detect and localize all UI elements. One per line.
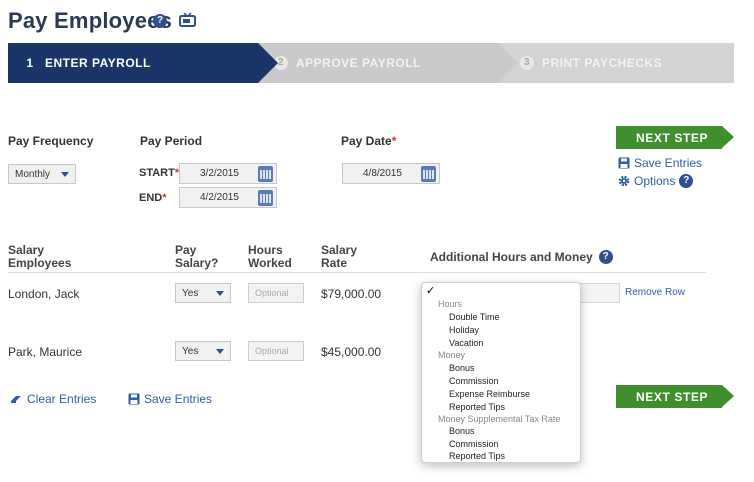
pay-date-value: 4/8/2015 — [363, 168, 402, 179]
save-entries-link-bottom[interactable]: Save Entries — [128, 392, 212, 406]
step-label: PRINT PAYCHECKS — [542, 56, 663, 70]
start-label: START* — [139, 167, 180, 179]
dropdown-option[interactable]: Commission — [449, 376, 499, 386]
pay-date-label: Pay Date* — [341, 134, 397, 148]
gear-icon — [618, 175, 630, 187]
step-approve-payroll: 2 APPROVE PAYROLL — [258, 43, 518, 83]
next-step-button[interactable]: NEXT STEP — [616, 126, 734, 149]
step-enter-payroll: 1 ENTER PAYROLL — [8, 43, 278, 83]
calendar-icon[interactable] — [258, 190, 273, 206]
help-icon[interactable]: ? — [598, 250, 613, 264]
dropdown-group-label: Money Supplemental Tax Rate — [438, 414, 561, 424]
col-salary-rate: Salary Rate — [321, 243, 358, 270]
hours-worked-input[interactable]: Optional — [248, 283, 304, 303]
next-step-button-bottom[interactable]: NEXT STEP — [616, 385, 734, 408]
remove-row-link[interactable]: Remove Row — [625, 287, 685, 298]
step-print-paychecks: 3 PRINT PAYCHECKS — [498, 43, 734, 83]
end-date-value: 4/2/2015 — [200, 192, 239, 203]
col-additional-hours: Additional Hours and Money ? — [430, 250, 613, 264]
end-date-input[interactable]: 4/2/2015 — [179, 187, 277, 208]
dropdown-option[interactable]: Double Time — [449, 312, 500, 322]
dropdown-group-label: Money — [438, 350, 466, 360]
pay-salary-select[interactable]: Yes — [175, 341, 231, 361]
check-icon: ✓ — [426, 285, 436, 297]
chevron-down-icon — [216, 349, 224, 354]
start-date-value: 3/2/2015 — [200, 168, 239, 179]
col-salary-employees: Salary Employees — [8, 243, 72, 270]
dropdown-option[interactable]: Bonus — [449, 426, 475, 436]
step-progress-bar: 3 PRINT PAYCHECKS 2 APPROVE PAYROLL 1 EN… — [8, 43, 734, 83]
help-icon[interactable]: ? — [153, 14, 167, 28]
salary-rate: $79,000.00 — [321, 287, 382, 301]
dropdown-option[interactable]: Expense Reimburse — [449, 389, 530, 399]
clear-entries-link[interactable]: Clear Entries — [10, 392, 96, 406]
dropdown-option[interactable]: Commission — [449, 439, 499, 449]
dropdown-option[interactable]: Reported Tips — [449, 451, 505, 461]
employee-name: Park, Maurice — [8, 345, 83, 359]
dropdown-option[interactable]: Vacation — [449, 338, 483, 348]
tv-icon[interactable] — [179, 12, 196, 32]
step-number: 3 — [520, 56, 534, 70]
salary-rate: $45,000.00 — [321, 345, 382, 359]
calendar-icon[interactable] — [258, 166, 273, 182]
options-link[interactable]: Options ? — [618, 174, 694, 188]
step-label: ENTER PAYROLL — [45, 56, 151, 70]
col-pay-salary: Pay Salary? — [175, 243, 219, 270]
dropdown-option[interactable]: Bonus — [449, 363, 475, 373]
pay-frequency-value: Monthly — [15, 168, 51, 180]
pay-frequency-label: Pay Frequency — [8, 134, 94, 148]
additional-type-dropdown[interactable]: ✓ Hours Double Time Holiday Vacation Mon… — [421, 282, 581, 463]
pay-salary-select[interactable]: Yes — [175, 283, 231, 303]
floppy-disk-icon — [128, 393, 140, 405]
dropdown-group-label: Hours — [438, 299, 463, 309]
chevron-down-icon — [216, 291, 224, 296]
header-divider — [8, 272, 706, 273]
employee-name: London, Jack — [8, 287, 80, 301]
step-label: APPROVE PAYROLL — [296, 56, 421, 70]
col-hours-worked: Hours Worked — [248, 243, 292, 270]
step-number: 1 — [26, 56, 34, 70]
dropdown-option[interactable]: Holiday — [449, 325, 479, 335]
start-date-input[interactable]: 3/2/2015 — [179, 163, 277, 184]
calendar-icon[interactable] — [421, 166, 436, 182]
hours-worked-input[interactable]: Optional — [248, 341, 304, 361]
chevron-down-icon — [61, 172, 69, 177]
pay-date-input[interactable]: 4/8/2015 — [342, 163, 440, 184]
help-icon[interactable]: ? — [679, 174, 694, 188]
page-title: Pay Employees — [8, 8, 173, 33]
pay-period-label: Pay Period — [140, 134, 203, 148]
save-entries-link[interactable]: Save Entries — [618, 156, 702, 170]
amount-input[interactable] — [578, 283, 620, 303]
eraser-icon — [11, 395, 21, 403]
pay-frequency-select[interactable]: Monthly — [8, 164, 76, 184]
dropdown-option[interactable]: Reported Tips — [449, 402, 505, 412]
floppy-disk-icon — [618, 157, 630, 169]
end-label: END* — [139, 192, 167, 204]
